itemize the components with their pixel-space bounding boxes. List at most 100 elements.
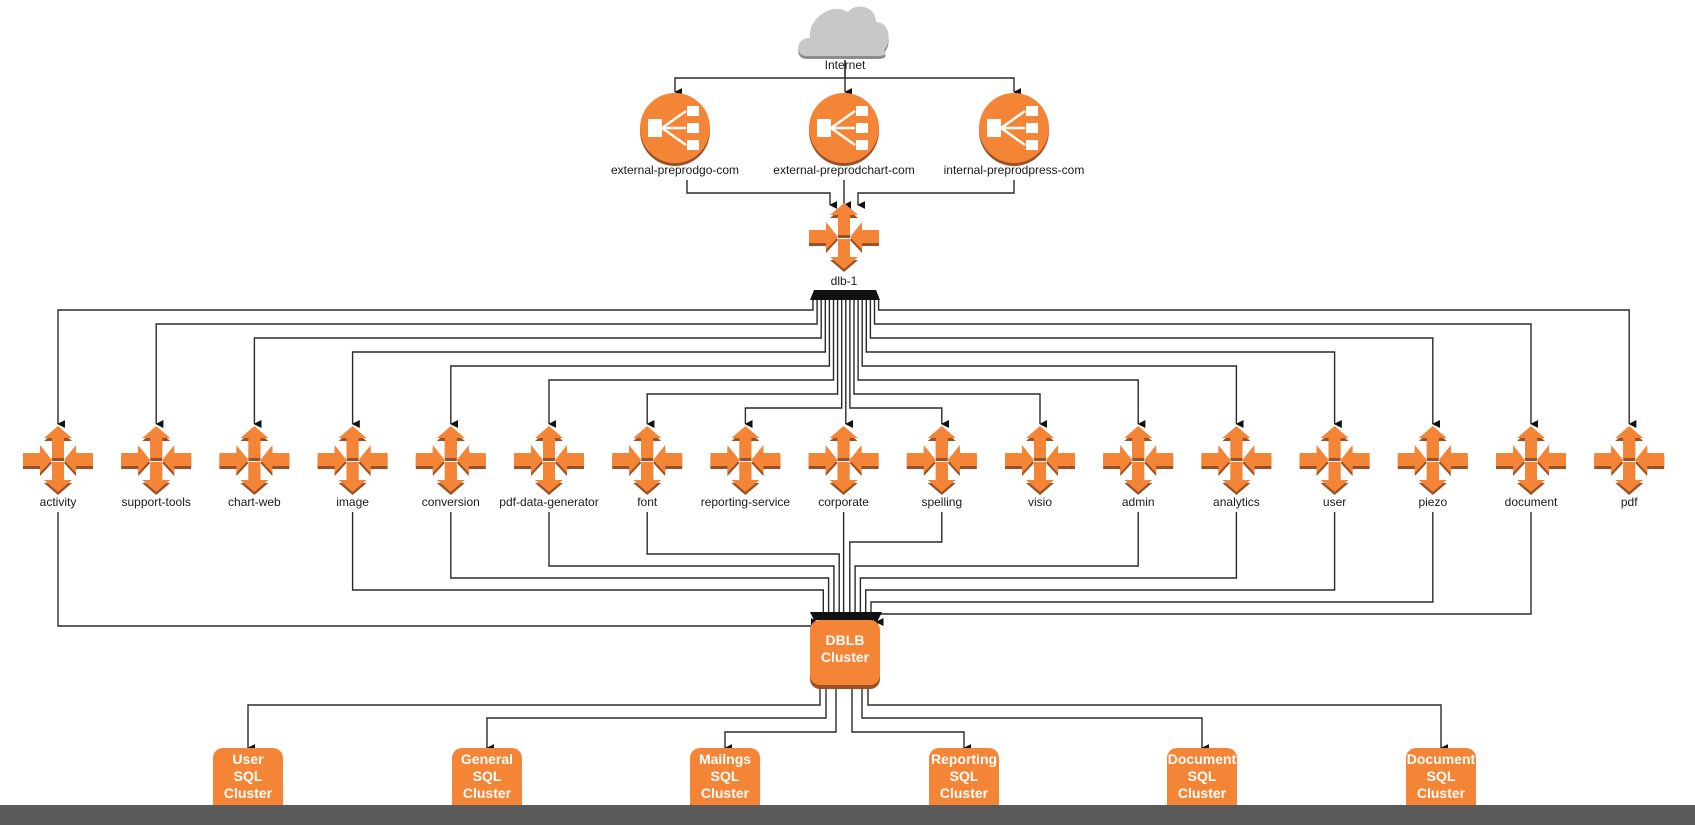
edge-hub-support-tools — [155, 300, 818, 428]
sql-cluster-label-line: Mailngs — [699, 751, 751, 767]
edge-hub-visio — [853, 300, 1048, 428]
sql-cluster-label-line: SQL — [1188, 768, 1217, 784]
service-label-admin: admin — [1122, 495, 1155, 509]
load-balancer-label-lb2: external-preprodchart-com — [773, 163, 914, 177]
sql-cluster-box-sql-reporting: ReportingSQLCluster — [929, 748, 999, 805]
service-label-conversion: conversion — [422, 495, 480, 509]
edge-admin-dblb — [854, 512, 1139, 626]
service-label-pdf: pdf — [1621, 495, 1638, 509]
edge-hub-image — [351, 300, 826, 428]
edge-pdf-data-generator-dblb — [548, 512, 842, 626]
auto-scaling-arrows-icon — [612, 426, 683, 495]
auto-scaling-arrows-icon — [317, 426, 388, 495]
auto-scaling-arrows-icon — [1201, 426, 1272, 495]
edge-lb3-hub — [857, 180, 1015, 209]
edge-spelling-dblb — [849, 512, 943, 626]
auto-scaling-arrows-icon — [1103, 426, 1174, 495]
dblb-arrowheads — [810, 612, 882, 620]
edge-hub-reporting-service — [744, 300, 843, 428]
edge-user-dblb — [864, 512, 1336, 626]
dblb-label-line: DBLB — [826, 632, 865, 648]
edge-piezo-dblb — [870, 512, 1434, 626]
dblb-label-line: Cluster — [821, 649, 870, 665]
sql-cluster-label-line: SQL — [1427, 768, 1456, 784]
edge-hub-pdf — [877, 300, 1637, 428]
edge-hub-conversion — [450, 300, 831, 428]
service-label-font: font — [637, 495, 658, 509]
bottom-bar — [0, 805, 1695, 825]
edge-dblb-sql-reporting — [851, 686, 972, 752]
sql-cluster-box-sql-document-2: DocumentSQLCluster — [1406, 748, 1476, 805]
edge-activity-dblb — [57, 512, 819, 627]
auto-scaling-arrows-icon — [514, 426, 584, 495]
service-label-support-tools: support-tools — [122, 495, 191, 509]
edge-dblb-sql-document-2 — [867, 686, 1449, 752]
sql-cluster-label-line: Reporting — [931, 751, 997, 767]
service-label-corporate: corporate — [818, 495, 869, 509]
dblb-cluster-box: DBLBCluster — [810, 620, 880, 689]
load-balancer-label-lb3: internal-preprodpress-com — [944, 163, 1085, 177]
edge-font-dblb — [646, 512, 847, 626]
hub-label: dlb-1 — [831, 274, 858, 288]
service-label-analytics: analytics — [1213, 495, 1260, 509]
elastic-load-balancer-icon — [809, 93, 879, 166]
sql-cluster-box-sql-user: UserSQLCluster — [213, 748, 283, 805]
sql-cluster-label-line: Cluster — [940, 785, 989, 801]
edge-dblb-sql-general — [486, 686, 827, 752]
service-label-pdf-data-generator: pdf-data-generator — [499, 495, 598, 509]
sql-cluster-box-sql-mailings: MailngsSQLCluster — [690, 748, 760, 805]
service-label-reporting-service: reporting-service — [701, 495, 791, 509]
edge-image-dblb — [351, 512, 831, 626]
auto-scaling-arrows-icon — [906, 426, 977, 495]
sql-cluster-label-line: Cluster — [1417, 785, 1466, 801]
auto-scaling-arrows-icon — [23, 426, 93, 495]
elastic-load-balancer-icon — [979, 93, 1049, 166]
edge-internet-lb3 — [845, 77, 1022, 96]
sql-cluster-label-line: SQL — [711, 768, 740, 784]
auto-scaling-arrows-icon — [1299, 426, 1370, 495]
edge-dblb-sql-user — [247, 686, 821, 752]
auto-scaling-arrows-icon — [415, 426, 486, 495]
edge-internet-lb1 — [674, 60, 846, 96]
edge-hub-admin — [857, 300, 1146, 428]
edge-conversion-dblb — [450, 512, 836, 626]
architecture-diagram: Internet external-preprodgo-com external-p… — [23, 6, 1665, 805]
sql-cluster-label-line: Document — [1407, 751, 1476, 767]
edge-hub-pdf-data-generator — [548, 300, 835, 428]
edge-hub-user — [865, 300, 1342, 428]
sql-cluster-box-sql-document-1: DocumentSQLCluster — [1167, 748, 1237, 805]
sql-cluster-label-line: General — [461, 751, 513, 767]
edge-analytics-dblb — [859, 512, 1238, 626]
hub-arrowheads — [810, 290, 880, 300]
service-label-activity: activity — [40, 495, 77, 509]
service-label-piezo: piezo — [1418, 495, 1447, 509]
elastic-load-balancer-icon — [640, 93, 710, 166]
sql-cluster-label-line: Document — [1168, 751, 1237, 767]
auto-scaling-arrows-icon — [219, 426, 290, 495]
edge-hub-analytics — [861, 300, 1244, 428]
service-label-document: document — [1505, 495, 1558, 509]
sql-cluster-label-line: Cluster — [463, 785, 512, 801]
internet-label: Internet — [825, 58, 866, 72]
sql-cluster-label-line: Cluster — [701, 785, 750, 801]
sql-cluster-label-line: User — [232, 751, 264, 767]
edge-hub-chart-web — [253, 300, 822, 428]
auto-scaling-arrows-icon — [808, 426, 879, 495]
edge-lb1-hub — [686, 180, 838, 209]
auto-scaling-arrows-icon — [121, 426, 192, 495]
internet-cloud-icon — [798, 6, 889, 60]
auto-scaling-arrows-icon — [809, 203, 879, 272]
sql-cluster-label-line: Cluster — [1178, 785, 1227, 801]
sql-cluster-label-line: SQL — [950, 768, 979, 784]
load-balancer-label-lb1: external-preprodgo-com — [611, 163, 739, 177]
service-label-visio: visio — [1028, 495, 1052, 509]
edge-hub-piezo — [869, 300, 1440, 428]
sql-cluster-label-line: SQL — [234, 768, 263, 784]
auto-scaling-arrows-icon — [710, 426, 781, 495]
edge-hub-font — [646, 300, 839, 428]
auto-scaling-arrows-icon — [1594, 426, 1665, 495]
edge-hub-activity — [57, 300, 814, 428]
service-label-chart-web: chart-web — [228, 495, 281, 509]
sql-cluster-label-line: SQL — [473, 768, 502, 784]
auto-scaling-arrows-icon — [1496, 426, 1566, 495]
